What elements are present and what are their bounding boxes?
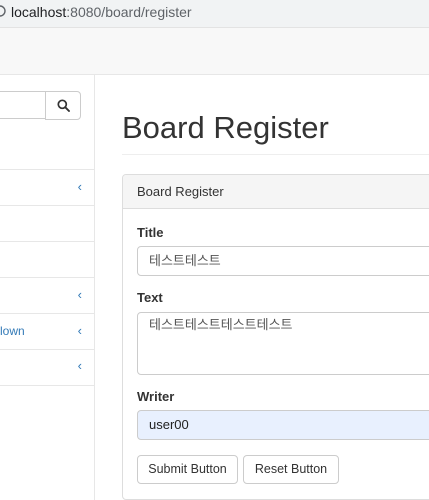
chevron-left-icon: ‹ — [77, 358, 82, 373]
url-path: :8080/board/register — [66, 4, 192, 20]
search-icon — [56, 99, 70, 112]
title-input[interactable]: 테스트테스트 — [137, 246, 429, 276]
sidebar-search-button[interactable] — [45, 91, 81, 120]
chevron-left-icon: ‹ — [77, 287, 82, 302]
sidebar-item-3[interactable] — [0, 206, 94, 242]
sidebar-item-5[interactable]: ‹ — [0, 278, 94, 314]
sidebar: ‹ ‹ lown ‹ ‹ — [0, 75, 95, 500]
info-icon[interactable] — [0, 4, 6, 18]
writer-input[interactable]: user00 — [137, 410, 429, 440]
url-host: localhost — [11, 4, 67, 20]
submit-button[interactable]: Submit Button — [137, 455, 238, 484]
writer-label: Writer — [137, 389, 175, 404]
reset-button[interactable]: Reset Button — [243, 455, 339, 484]
sidebar-item-7[interactable]: ‹ — [0, 350, 94, 386]
title-divider — [122, 154, 429, 155]
title-label: Title — [137, 225, 164, 240]
browser-address-bar[interactable]: localhost:8080/board/register — [0, 0, 429, 28]
chevron-left-icon: ‹ — [77, 179, 82, 194]
page-title: Board Register — [122, 110, 329, 145]
sidebar-item-1[interactable] — [0, 135, 94, 170]
text-textarea[interactable]: 테스트테스트테스트테스트 — [137, 312, 429, 375]
sidebar-item-2[interactable]: ‹ — [0, 170, 94, 206]
top-navbar — [0, 28, 429, 75]
sidebar-item-4[interactable] — [0, 242, 94, 278]
sidebar-item-label: lown — [0, 324, 25, 338]
sidebar-search-input[interactable] — [0, 91, 45, 119]
panel-heading: Board Register — [123, 175, 429, 209]
text-label: Text — [137, 290, 163, 305]
sidebar-item-6[interactable]: lown ‹ — [0, 314, 94, 350]
chevron-left-icon: ‹ — [77, 323, 82, 338]
address-url[interactable]: localhost:8080/board/register — [11, 4, 192, 20]
